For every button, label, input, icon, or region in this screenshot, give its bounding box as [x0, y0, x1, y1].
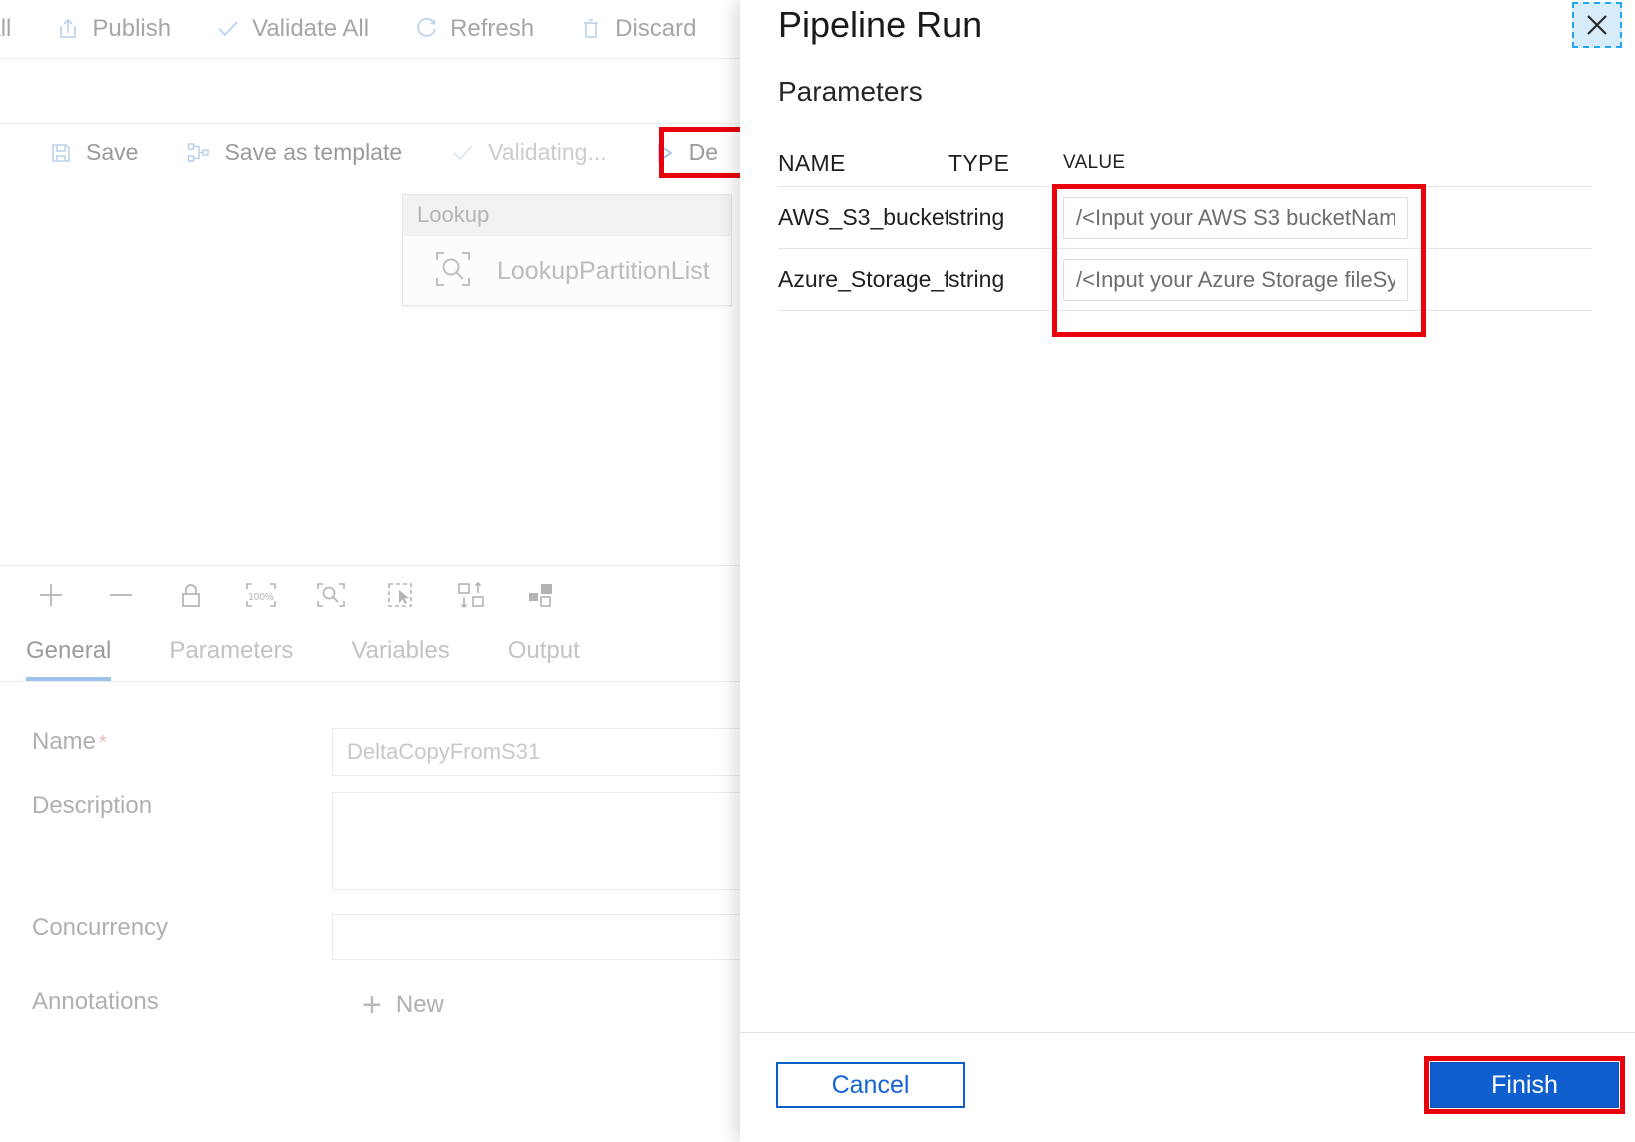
close-icon[interactable]	[1572, 2, 1622, 48]
plus-icon: +	[362, 986, 382, 1024]
layout-icon[interactable]	[506, 579, 576, 611]
toolbar-item-save-all[interactable]: ve All	[0, 15, 11, 43]
column-header-value: VALUE	[1063, 152, 1126, 173]
add-annotation-label: New	[395, 991, 444, 1018]
pipeline-run-panel: Pipeline Run Parameters NAME TYPE VALUE …	[740, 0, 1635, 1142]
trash-icon	[578, 16, 604, 42]
column-header-type: TYPE	[948, 149, 1010, 176]
pipeline-debug-label: De	[688, 139, 719, 165]
param-type: string	[948, 266, 1005, 292]
toolbar-item-discard[interactable]: Discard	[578, 15, 696, 43]
required-marker: *	[99, 732, 107, 754]
pipeline-toolbar: Save Save as template Validating... De	[0, 123, 780, 182]
tab-variables[interactable]: Variables	[351, 637, 449, 681]
pipeline-save-as-template-button[interactable]: Save as template	[186, 139, 402, 166]
lock-icon[interactable]	[156, 579, 226, 611]
table-row: AWS_S3_bucketN string	[778, 186, 1592, 248]
publish-icon	[55, 16, 81, 42]
concurrency-input[interactable]	[332, 914, 792, 960]
tab-output[interactable]: Output	[508, 637, 580, 681]
refresh-icon	[413, 16, 439, 42]
auto-align-icon[interactable]	[436, 579, 506, 611]
play-icon	[651, 140, 677, 166]
tab-output-label: Output	[507, 637, 580, 664]
svg-text:100%: 100%	[248, 592, 274, 603]
pipeline-save-label: Save	[86, 139, 139, 165]
zoom-100-icon[interactable]: 100%	[226, 579, 296, 611]
parameters-table: NAME TYPE VALUE AWS_S3_bucketN string Az…	[778, 140, 1592, 311]
check-icon	[450, 140, 476, 166]
table-row: Azure_Storage_fi string	[778, 248, 1592, 311]
properties-general-form: Name* Description Concurrency Annotation…	[0, 682, 792, 1142]
pipeline-debug-button[interactable]: De	[651, 139, 718, 166]
toolbar-label-save-all: ve All	[0, 15, 12, 42]
toolbar-label-validate-all: Validate All	[252, 15, 370, 42]
finish-button[interactable]: Finish	[1430, 1062, 1619, 1108]
lookup-search-icon	[431, 247, 475, 296]
add-annotation-button[interactable]: + New	[362, 988, 444, 1022]
tab-general[interactable]: General	[26, 637, 112, 681]
properties-tabs: General Parameters Variables Output	[0, 622, 740, 682]
activity-name-label: LookupPartitionList	[497, 256, 710, 285]
toolbar-item-refresh[interactable]: Refresh	[413, 15, 534, 43]
panel-footer: Cancel Finish	[740, 1032, 1635, 1142]
tab-variables-label: Variables	[351, 637, 450, 664]
param-value-cell	[1063, 196, 1592, 239]
template-icon	[186, 140, 212, 166]
pipeline-save-as-template-label: Save as template	[224, 139, 403, 165]
param-name: AWS_S3_bucketN	[778, 204, 948, 230]
toolbar-label-refresh: Refresh	[450, 15, 535, 42]
annotations-label: Annotations	[32, 988, 159, 1015]
zoom-to-fit-icon[interactable]	[296, 579, 366, 611]
save-icon	[48, 140, 74, 166]
toolbar-label-discard: Discard	[615, 15, 697, 42]
toolbar-item-validate-all[interactable]: Validate All	[215, 15, 369, 43]
toolbar-item-publish[interactable]: Publish	[55, 15, 171, 43]
form-row-description: Description	[32, 792, 792, 890]
activity-type-label: Lookup	[403, 195, 731, 236]
param-value-input-aws-s3-bucket-name[interactable]	[1063, 196, 1408, 239]
pipeline-save-button[interactable]: Save	[48, 139, 138, 166]
name-input[interactable]	[332, 728, 792, 776]
param-type: string	[948, 204, 1005, 230]
tab-parameters-label: Parameters	[169, 637, 294, 664]
description-textarea[interactable]	[332, 792, 792, 890]
factory-toolbar: ve All Publish Validate All	[0, 0, 780, 59]
form-row-annotations: Annotations + New	[32, 988, 444, 1022]
name-label: Name *	[32, 728, 332, 756]
panel-title: Pipeline Run	[778, 4, 983, 45]
form-row-name: Name *	[32, 728, 792, 776]
zoom-in-icon[interactable]	[16, 578, 86, 612]
name-label-text: Name	[32, 728, 97, 755]
pipeline-validate-label: Validating...	[488, 139, 607, 165]
activity-card-lookup[interactable]: Lookup LookupPartitionList	[402, 194, 732, 306]
cancel-button[interactable]: Cancel	[776, 1062, 965, 1108]
toolbar-label-publish: Publish	[92, 15, 172, 42]
param-value-cell	[1063, 258, 1592, 301]
canvas-toolbar: 100%	[0, 565, 740, 624]
tab-parameters[interactable]: Parameters	[169, 637, 293, 681]
concurrency-label: Concurrency	[32, 914, 169, 941]
description-label: Description	[32, 792, 153, 819]
check-icon	[215, 16, 241, 42]
param-name: Azure_Storage_fi	[778, 266, 948, 292]
select-all-icon[interactable]	[366, 579, 436, 611]
zoom-out-icon[interactable]	[86, 578, 156, 612]
param-value-input-azure-storage-filesystem[interactable]	[1063, 258, 1408, 301]
pipeline-validate-status: Validating...	[450, 139, 607, 166]
parameters-section-title: Parameters	[778, 76, 923, 107]
form-row-concurrency: Concurrency	[32, 914, 792, 960]
pipeline-canvas[interactable]: Lookup LookupPartitionList	[0, 180, 740, 565]
column-header-name: NAME	[778, 149, 846, 176]
table-header-row: NAME TYPE VALUE	[778, 140, 1592, 186]
tab-general-label: General	[26, 637, 112, 664]
